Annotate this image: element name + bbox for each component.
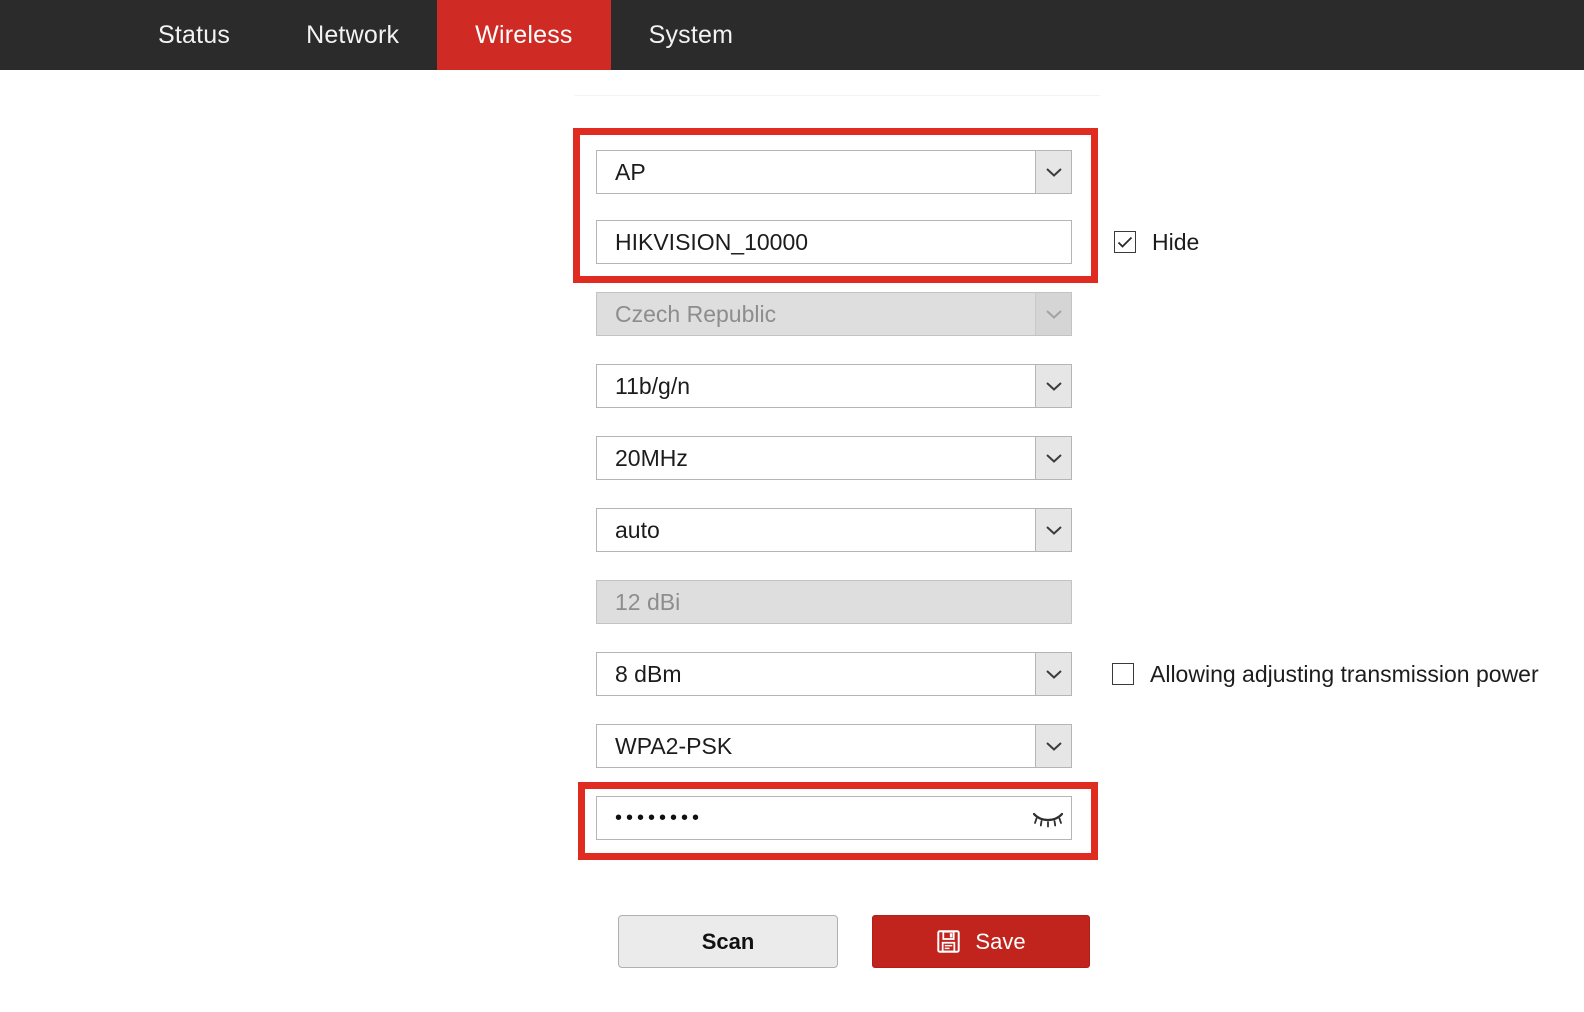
channel-width-value: 20MHz [615, 444, 688, 471]
hide-ssid-label: Hide [1152, 228, 1200, 255]
channel-width-select[interactable]: 20MHz [596, 436, 1072, 480]
country-code-value: Czech Republic [615, 300, 777, 327]
panel-divider [575, 95, 1100, 96]
chevron-down-icon[interactable] [1035, 509, 1071, 551]
transmission-power-select[interactable]: 8 dBm [596, 652, 1072, 696]
operating-mode-select[interactable]: AP [596, 150, 1072, 194]
network-mode-select[interactable]: 11b/g/n [596, 364, 1072, 408]
top-navigation-bar: Status Network Wireless System [0, 0, 1584, 70]
save-button-label: Save [975, 928, 1026, 954]
country-code-select: Czech Republic [596, 292, 1072, 336]
check-icon [1114, 231, 1136, 253]
transmission-power-value: 8 dBm [615, 660, 682, 687]
form-action-bar: Scan Save [0, 915, 1584, 975]
nav-tab-status-label: Status [158, 20, 231, 49]
allow-adjust-power-label: Allowing adjusting transmission power [1150, 660, 1539, 687]
hide-ssid-checkbox[interactable]: Hide [1114, 220, 1199, 264]
ssid-input[interactable]: HIKVISION_10000 [596, 220, 1072, 264]
security-mode-select[interactable]: WPA2-PSK [596, 724, 1072, 768]
antenna-gain-value: 12 dBi [615, 588, 681, 615]
scan-button[interactable]: Scan [618, 915, 838, 968]
save-button[interactable]: Save [872, 915, 1090, 968]
chevron-down-icon[interactable] [1035, 151, 1071, 193]
security-key-input[interactable]: •••••••• [596, 796, 1072, 840]
antenna-gain-input: 12 dBi [596, 580, 1072, 624]
chevron-down-icon[interactable] [1035, 437, 1071, 479]
operating-mode-value: AP [615, 158, 646, 185]
channel-select[interactable]: auto [596, 508, 1072, 552]
allow-adjust-power-checkbox[interactable]: Allowing adjusting transmission power [1112, 652, 1539, 696]
wireless-settings-panel: Operating Mode: AP SSID: HIKVISION_10000… [0, 70, 1584, 1012]
chevron-down-icon [1035, 293, 1071, 335]
ssid-value: HIKVISION_10000 [615, 228, 809, 255]
security-mode-value: WPA2-PSK [615, 732, 733, 759]
nav-tab-network-label: Network [306, 20, 400, 49]
nav-tab-status[interactable]: Status [120, 0, 268, 70]
chevron-down-icon[interactable] [1035, 365, 1071, 407]
channel-value: auto [615, 516, 660, 543]
checkbox-box [1112, 663, 1134, 685]
scan-button-label: Scan [701, 928, 755, 954]
nav-tab-network[interactable]: Network [268, 0, 437, 70]
floppy-disk-icon [936, 929, 961, 954]
nav-tab-wireless-label: Wireless [475, 20, 573, 49]
security-key-value: •••••••• [615, 807, 704, 829]
nav-tab-wireless[interactable]: Wireless [437, 0, 611, 70]
chevron-down-icon[interactable] [1035, 653, 1071, 695]
nav-tab-system[interactable]: System [611, 0, 772, 70]
chevron-down-icon[interactable] [1035, 725, 1071, 767]
network-mode-value: 11b/g/n [615, 372, 691, 399]
nav-tab-system-label: System [648, 20, 734, 49]
eye-closed-icon[interactable] [1025, 797, 1071, 839]
